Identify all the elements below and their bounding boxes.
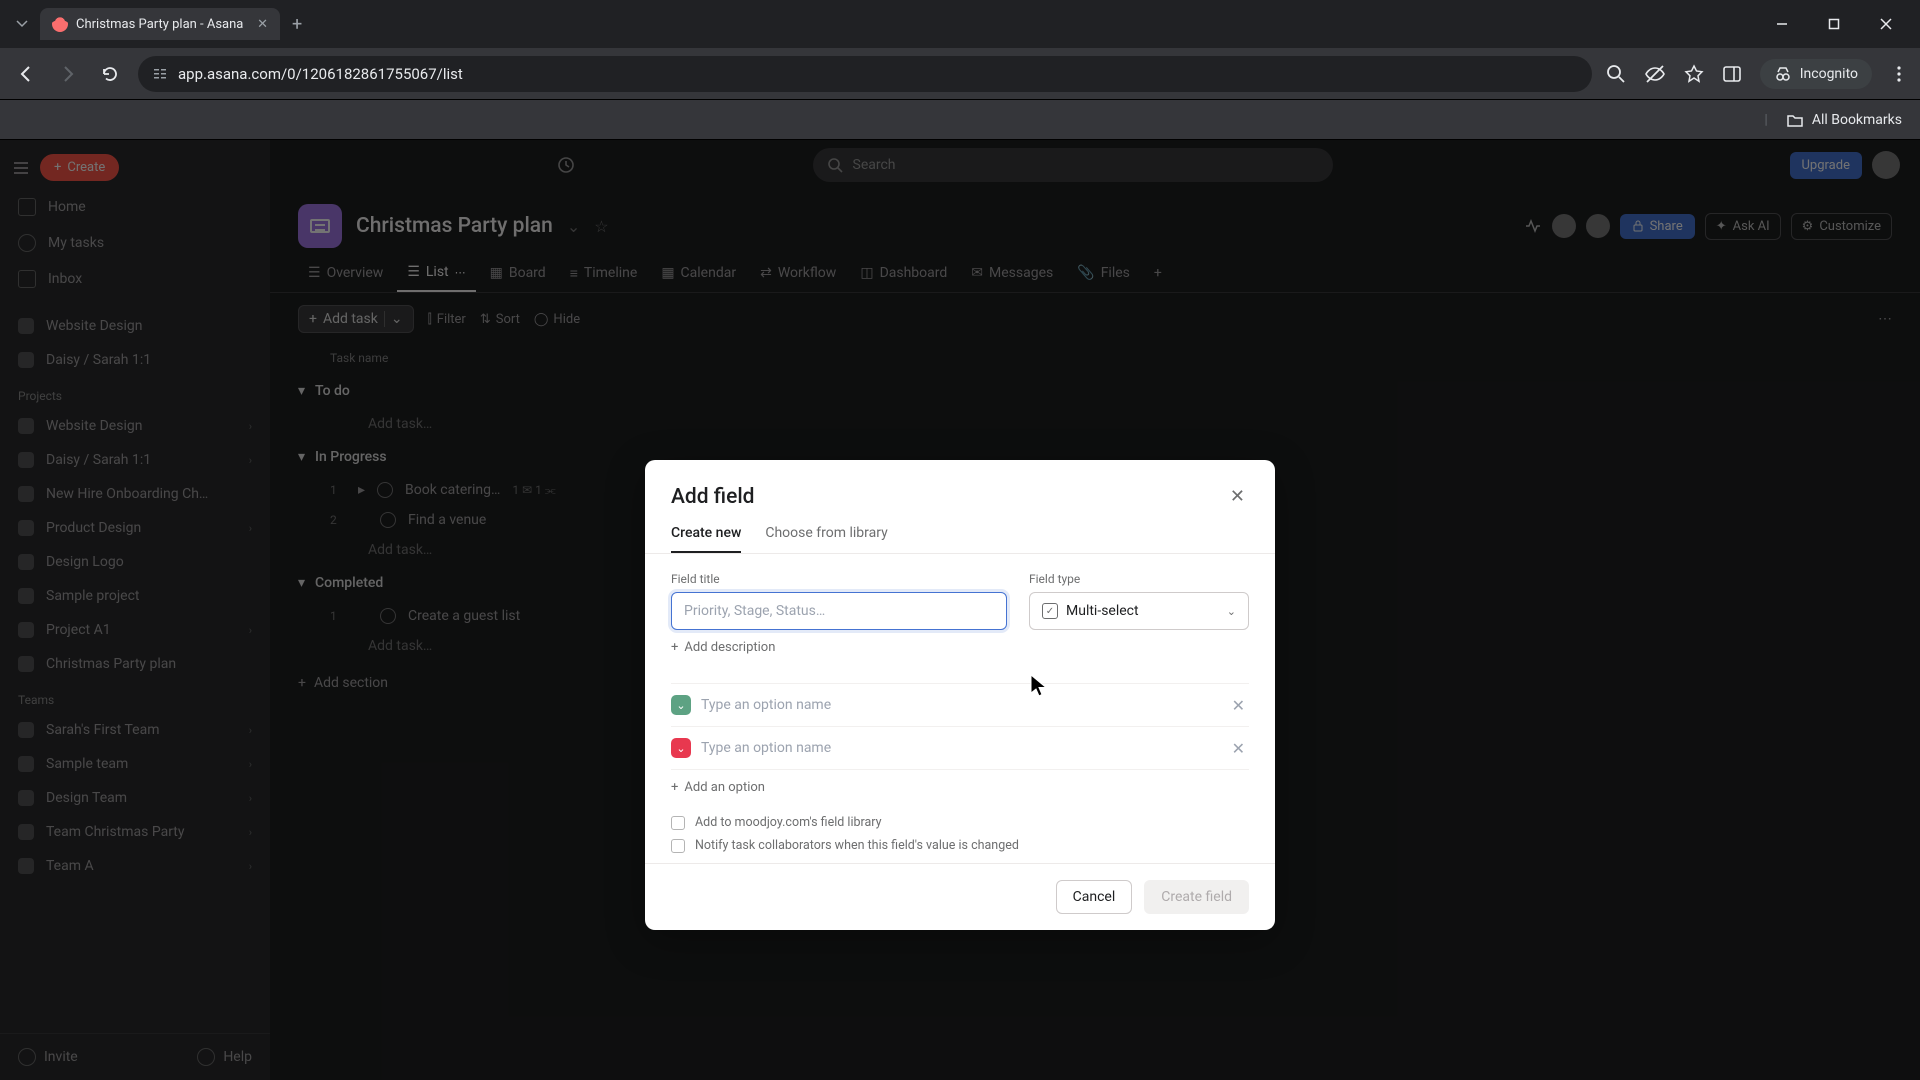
incognito-badge[interactable]: Incognito <box>1760 59 1872 89</box>
bookmark-bar: | All Bookmarks <box>0 100 1920 140</box>
option-row: ⌄ ✕ <box>671 684 1249 727</box>
tab-choose-library[interactable]: Choose from library <box>765 525 887 553</box>
checkbox-icon[interactable] <box>671 839 685 853</box>
option-row: ⌄ ✕ <box>671 727 1249 770</box>
tab-create-new[interactable]: Create new <box>671 525 741 553</box>
cancel-button[interactable]: Cancel <box>1056 880 1133 914</box>
checkbox-notify[interactable]: Notify task collaborators when this fiel… <box>671 838 1249 853</box>
new-tab-button[interactable]: + <box>284 10 310 39</box>
window-minimize[interactable] <box>1766 8 1798 40</box>
window-maximize[interactable] <box>1818 8 1850 40</box>
checkbox-add-library[interactable]: Add to moodjoy.com's field library <box>671 815 1249 830</box>
option-color-picker[interactable]: ⌄ <box>671 738 691 758</box>
tab-search-dropdown[interactable] <box>8 10 36 38</box>
option-name-input[interactable] <box>701 733 1218 763</box>
add-option-button[interactable]: +Add an option <box>671 770 1249 799</box>
browser-tab[interactable]: Christmas Party plan - Asana ✕ <box>40 8 280 40</box>
close-tab-icon[interactable]: ✕ <box>257 17 268 32</box>
url-text: app.asana.com/0/1206182861755067/list <box>178 65 463 83</box>
remove-option-icon[interactable]: ✕ <box>1228 692 1249 719</box>
site-settings-icon <box>152 66 168 82</box>
zoom-icon[interactable] <box>1606 64 1626 84</box>
field-type-select[interactable]: ✓ Multi-select ⌄ <box>1029 592 1249 630</box>
checkbox-icon[interactable] <box>671 816 685 830</box>
field-title-input[interactable] <box>671 592 1007 630</box>
back-button[interactable] <box>12 60 40 88</box>
asana-favicon <box>52 16 68 32</box>
modal-title: Add field <box>671 485 755 509</box>
window-close[interactable] <box>1870 8 1902 40</box>
add-field-modal: Add field ✕ Create new Choose from libra… <box>645 460 1275 930</box>
eye-off-icon[interactable] <box>1644 63 1666 85</box>
reload-button[interactable] <box>96 60 124 88</box>
forward-button[interactable] <box>54 60 82 88</box>
option-color-picker[interactable]: ⌄ <box>671 695 691 715</box>
bookmark-star-icon[interactable] <box>1684 64 1704 84</box>
remove-option-icon[interactable]: ✕ <box>1228 735 1249 762</box>
all-bookmarks-link[interactable]: All Bookmarks <box>1812 112 1902 128</box>
side-panel-icon[interactable] <box>1722 64 1742 84</box>
address-bar: app.asana.com/0/1206182861755067/list In… <box>0 48 1920 100</box>
chevron-down-icon: ⌄ <box>1227 605 1236 618</box>
incognito-icon <box>1774 65 1792 83</box>
multi-select-icon: ✓ <box>1042 603 1058 619</box>
url-field[interactable]: app.asana.com/0/1206182861755067/list <box>138 56 1592 92</box>
browser-menu-icon[interactable] <box>1890 65 1908 83</box>
add-description-button[interactable]: +Add description <box>671 640 1249 655</box>
option-name-input[interactable] <box>701 690 1218 720</box>
close-icon[interactable]: ✕ <box>1226 482 1249 511</box>
field-type-label: Field type <box>1029 572 1249 586</box>
create-field-button[interactable]: Create field <box>1144 880 1249 914</box>
tab-title: Christmas Party plan - Asana <box>76 17 243 32</box>
folder-icon <box>1786 111 1804 129</box>
browser-tab-strip: Christmas Party plan - Asana ✕ + <box>0 0 1920 48</box>
field-title-label: Field title <box>671 572 1007 586</box>
